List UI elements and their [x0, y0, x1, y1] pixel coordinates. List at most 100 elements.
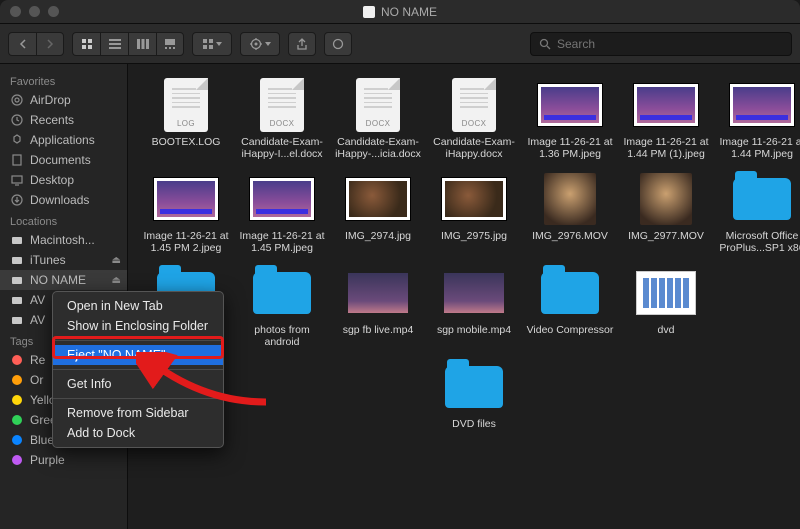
sidebar-item[interactable]: Macintosh...	[0, 230, 127, 250]
context-menu-item[interactable]: Get Info	[53, 374, 223, 394]
file-item[interactable]: Image 11-26-21 at 1.44 PM (1).jpeg	[622, 78, 710, 160]
sidebar-item-label: Recents	[30, 113, 74, 127]
file-label: BOOTEX.LOG	[140, 136, 232, 148]
file-item[interactable]: DOCXCandidate-Exam-iHappy-I...el.docx	[238, 78, 326, 160]
disk-icon	[10, 233, 24, 247]
doc-icon	[10, 153, 24, 167]
forward-button[interactable]	[36, 32, 64, 56]
file-item[interactable]: DOCXCandidate-Exam-iHappy-...icia.docx	[334, 78, 422, 160]
file-item[interactable]: sgp mobile.mp4	[430, 266, 518, 348]
icon-grid: LOG BOOTEX.LOG DOCXCandidate-Exam-iHappy-I…	[142, 78, 790, 430]
sidebar-item-label: Or	[30, 373, 43, 387]
thumbnail-icon	[730, 78, 794, 132]
view-columns-button[interactable]	[128, 32, 156, 56]
sidebar-item-label: Re	[30, 353, 45, 367]
sidebar-item[interactable]: AirDrop	[0, 90, 127, 110]
document-icon: LOG	[154, 78, 218, 132]
file-item[interactable]: Video Compressor	[526, 266, 614, 348]
context-menu-item[interactable]: Show in Enclosing Folder	[53, 316, 223, 336]
file-item[interactable]: Microsoft Office ProPlus...SP1 x86	[718, 172, 800, 254]
view-list-button[interactable]	[100, 32, 128, 56]
tag-dot-icon	[10, 453, 24, 467]
context-menu-item[interactable]: Eject "NO NAME"	[53, 345, 223, 365]
sidebar-item-label: Downloads	[30, 193, 89, 207]
sidebar-item[interactable]: Purple	[0, 450, 127, 470]
file-item[interactable]: photos from android	[238, 266, 326, 348]
sidebar-item-label: Blue	[30, 433, 54, 447]
file-label: IMG_2974.jpg	[332, 230, 424, 242]
search-input[interactable]	[557, 37, 783, 51]
file-item[interactable]: dvd	[622, 266, 710, 348]
file-label: sgp fb live.mp4	[332, 324, 424, 336]
tag-dot-icon	[10, 433, 24, 447]
file-item[interactable]: Image 11-26-21 at 1.44 PM.jpeg	[718, 78, 800, 160]
sidebar-item[interactable]: Documents	[0, 150, 127, 170]
sidebar-item-label: Macintosh...	[30, 233, 95, 247]
view-gallery-button[interactable]	[156, 32, 184, 56]
apps-icon	[10, 133, 24, 147]
context-menu-separator	[53, 340, 223, 341]
sidebar-item[interactable]: NO NAME⏏	[0, 270, 127, 290]
sidebar-item[interactable]: Desktop	[0, 170, 127, 190]
thumbnail-icon	[634, 266, 698, 320]
file-item[interactable]: IMG_2974.jpg	[334, 172, 422, 254]
search-field[interactable]	[530, 32, 792, 56]
file-item[interactable]: LOG BOOTEX.LOG	[142, 78, 230, 160]
file-label: Image 11-26-21 at 1.44 PM.jpeg	[716, 136, 800, 160]
file-item[interactable]: IMG_2975.jpg	[430, 172, 518, 254]
share-button[interactable]	[288, 32, 316, 56]
folder-icon	[730, 172, 794, 226]
file-item[interactable]: DOCX Candidate-Exam-iHappy.docx	[430, 78, 518, 160]
file-item[interactable]: Image 11-26-21 at 1.36 PM.jpeg	[526, 78, 614, 160]
file-label: IMG_2977.MOV	[620, 230, 712, 242]
folder-icon	[538, 266, 602, 320]
eject-icon[interactable]: ⏏	[112, 275, 121, 286]
sidebar-item-label: iTunes	[30, 253, 66, 267]
context-menu-separator	[53, 398, 223, 399]
context-menu-item[interactable]: Remove from Sidebar	[53, 403, 223, 423]
tags-button[interactable]	[324, 32, 352, 56]
file-label: sgp mobile.mp4	[428, 324, 520, 336]
tag-dot-icon	[10, 373, 24, 387]
thumbnail-icon	[346, 266, 410, 320]
view-switcher	[72, 32, 184, 56]
thumbnail-icon	[538, 78, 602, 132]
disk-icon	[10, 253, 24, 267]
thumbnail-icon	[634, 78, 698, 132]
eject-icon[interactable]: ⏏	[112, 255, 121, 266]
file-item[interactable]: IMG_2977.MOV	[622, 172, 710, 254]
context-menu-item[interactable]: Open in New Tab	[53, 296, 223, 316]
context-menu-item[interactable]: Add to Dock	[53, 423, 223, 443]
sidebar-item-label: AirDrop	[30, 93, 71, 107]
nav-buttons	[8, 32, 64, 56]
thumbnail-icon	[442, 172, 506, 226]
file-label: Image 11-26-21 at 1.36 PM.jpeg	[524, 136, 616, 160]
document-icon: DOCX	[250, 78, 314, 132]
sidebar-item[interactable]: iTunes ⏏	[0, 250, 127, 270]
document-icon: DOCX	[442, 78, 506, 132]
tag-dot-icon	[10, 353, 24, 367]
sidebar-item[interactable]: Downloads	[0, 190, 127, 210]
sidebar-item-label: AV	[30, 293, 45, 307]
file-label: Candidate-Exam-iHappy.docx	[428, 136, 520, 160]
view-icons-button[interactable]	[72, 32, 100, 56]
sidebar-item[interactable]: Applications	[0, 130, 127, 150]
file-label: Image 11-26-21 at 1.44 PM (1).jpeg	[620, 136, 712, 160]
content-area[interactable]: LOG BOOTEX.LOG DOCXCandidate-Exam-iHappy-I…	[128, 64, 800, 529]
sidebar-item[interactable]: Recents	[0, 110, 127, 130]
thumbnail-icon	[538, 172, 602, 226]
file-item[interactable]: DVD files	[430, 360, 518, 430]
arrange-button[interactable]	[192, 32, 232, 56]
clock-icon	[10, 113, 24, 127]
downloads-icon	[10, 193, 24, 207]
file-item[interactable]: sgp fb live.mp4	[334, 266, 422, 348]
action-button[interactable]	[240, 32, 280, 56]
file-item[interactable]: Image 11-26-21 at 1.45 PM.jpeg	[238, 172, 326, 254]
back-button[interactable]	[8, 32, 36, 56]
file-label: IMG_2975.jpg	[428, 230, 520, 242]
folder-icon	[442, 360, 506, 414]
file-item[interactable]: Image 11-26-21 at 1.45 PM 2.jpeg	[142, 172, 230, 254]
file-label: Microsoft Office ProPlus...SP1 x86	[716, 230, 800, 254]
disk-icon	[10, 313, 24, 327]
file-item[interactable]: IMG_2976.MOV	[526, 172, 614, 254]
